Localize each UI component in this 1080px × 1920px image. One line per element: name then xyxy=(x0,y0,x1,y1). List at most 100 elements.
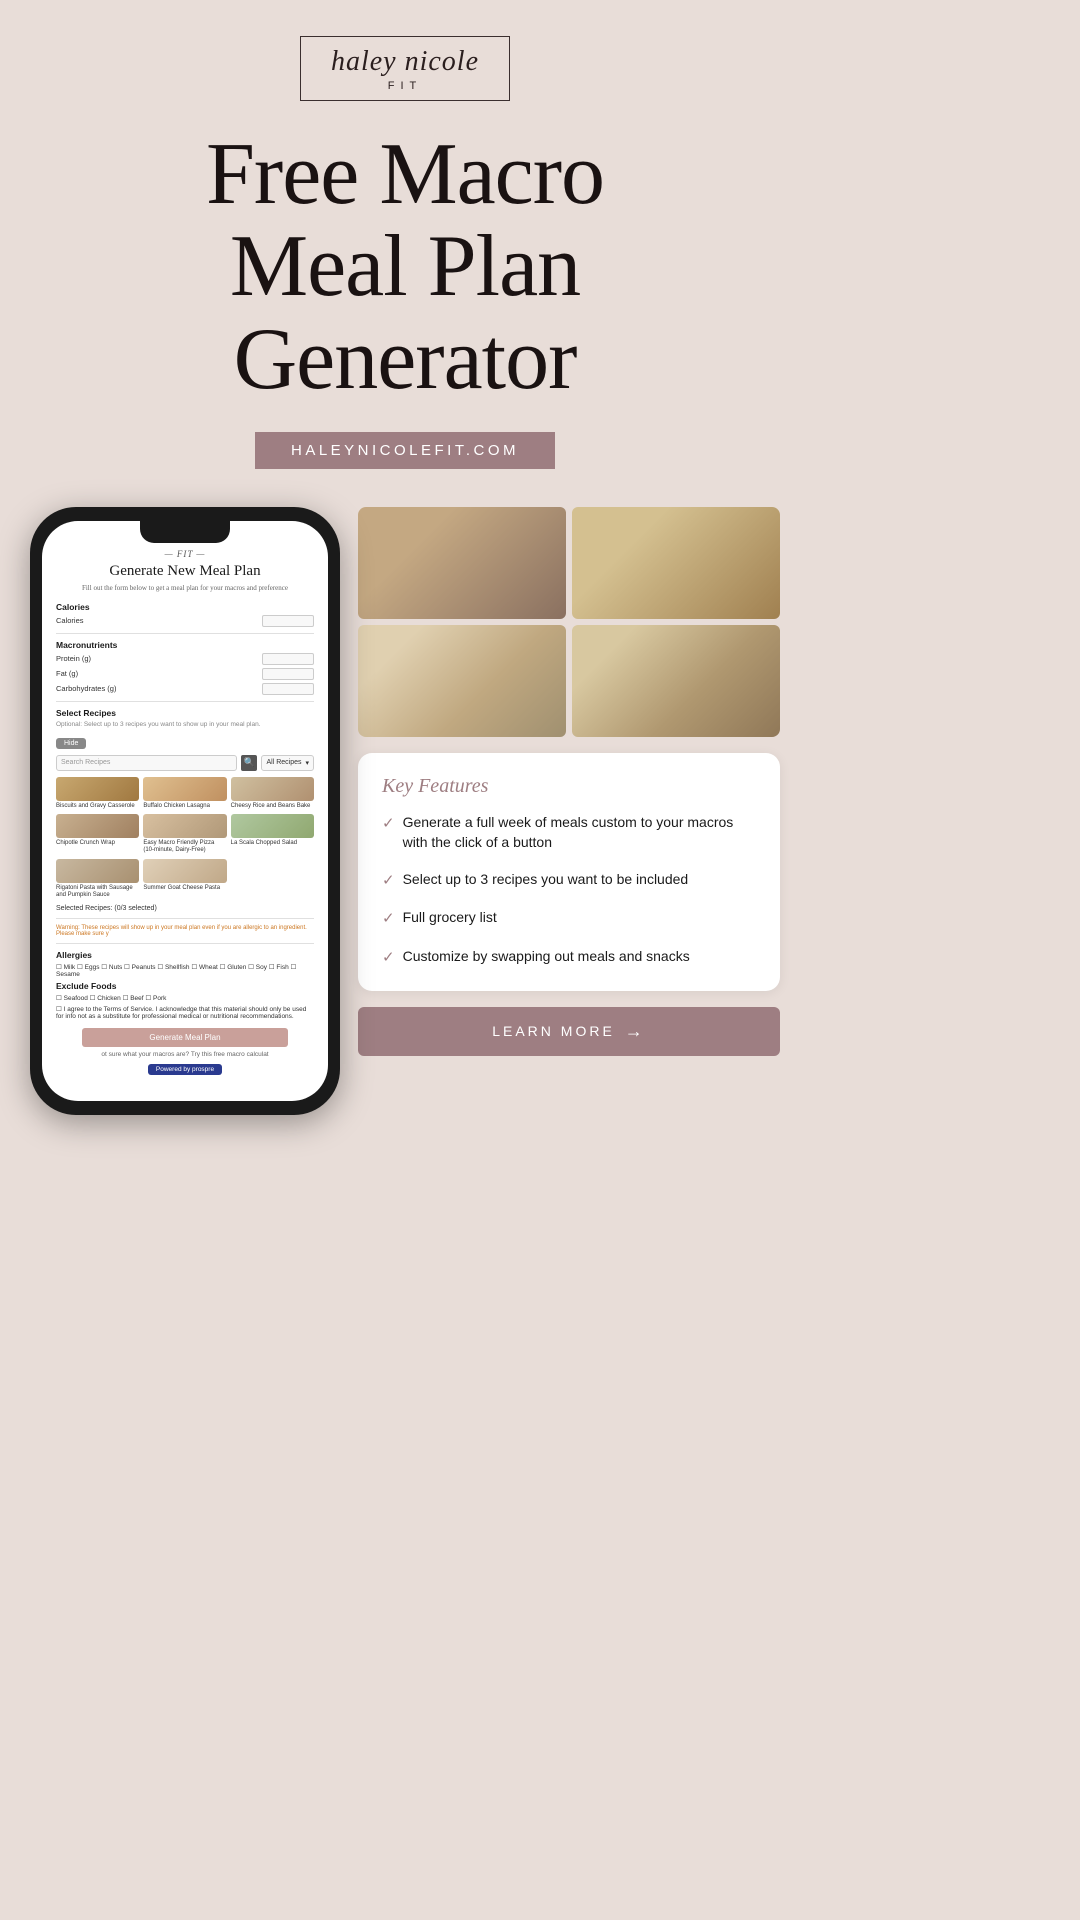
list-item: Rigatoni Pasta with Sausage and Pumpkin … xyxy=(56,859,139,899)
phone-powered-area: Powered by prospre xyxy=(56,1064,314,1075)
learn-more-button[interactable]: LEARN MORE → xyxy=(358,1007,780,1056)
phone-search-icon[interactable]: 🔍 xyxy=(241,755,257,771)
feature-text-1: Generate a full week of meals custom to … xyxy=(403,812,756,853)
phone-wrapper: — FIT — Generate New Meal Plan Fill out … xyxy=(30,507,340,1115)
phone-generate-button[interactable]: Generate Meal Plan xyxy=(82,1028,288,1047)
headline-line2: Meal Plan xyxy=(206,221,604,313)
recipe-name-6: La Scala Chopped Salad xyxy=(231,840,314,847)
recipe-thumb-3 xyxy=(231,777,314,801)
recipe-thumb-1 xyxy=(56,777,139,801)
list-item: Buffalo Chicken Lasagna xyxy=(143,777,226,810)
phone-outer: — FIT — Generate New Meal Plan Fill out … xyxy=(30,507,340,1115)
check-icon-1: ✓ xyxy=(382,813,395,835)
food-photo-chickpeas xyxy=(358,507,566,619)
main-content: — FIT — Generate New Meal Plan Fill out … xyxy=(0,479,810,1115)
phone-title: Generate New Meal Plan xyxy=(56,563,314,580)
list-item: La Scala Chopped Salad xyxy=(231,814,314,854)
right-column: Key Features ✓ Generate a full week of m… xyxy=(358,507,780,1056)
list-item: Chipotle Crunch Wrap xyxy=(56,814,139,854)
phone-powered-badge: Powered by prospre xyxy=(148,1064,222,1075)
phone-footer-text: ot sure what your macros are? Try this f… xyxy=(56,1051,314,1058)
phone-divider-1 xyxy=(56,633,314,634)
phone-warning: Warning: These recipes will show up in y… xyxy=(56,925,314,937)
phone-divider-3 xyxy=(56,918,314,919)
feature-text-4: Customize by swapping out meals and snac… xyxy=(403,946,690,966)
headline-line3: Generator xyxy=(206,314,604,406)
food-photo-grid xyxy=(358,507,780,737)
learn-more-arrow-icon: → xyxy=(625,1021,646,1042)
recipe-name-8: Summer Goat Cheese Pasta xyxy=(143,885,226,892)
phone-screen: — FIT — Generate New Meal Plan Fill out … xyxy=(42,521,328,1101)
recipe-thumb-7 xyxy=(56,859,139,883)
phone-carbs-input[interactable] xyxy=(262,683,314,695)
feature-item-2: ✓ Select up to 3 recipes you want to be … xyxy=(382,869,756,892)
recipe-thumb-5 xyxy=(143,814,226,838)
phone-dropdown-arrow: ▾ xyxy=(305,759,309,767)
phone-dropdown-label: All Recipes xyxy=(266,759,301,766)
check-icon-3: ✓ xyxy=(382,908,395,930)
logo-fit: FIT xyxy=(331,80,479,92)
phone-protein-row: Protein (g) xyxy=(56,653,314,665)
phone-fat-input[interactable] xyxy=(262,668,314,680)
phone-calories-input[interactable] xyxy=(262,615,314,627)
phone-search-placeholder: Search Recipes xyxy=(61,759,110,766)
list-item: Biscuits and Gravy Casserole xyxy=(56,777,139,810)
phone-divider-4 xyxy=(56,943,314,944)
phone-logo-area: — FIT — xyxy=(56,549,314,559)
phone-dropdown[interactable]: All Recipes ▾ xyxy=(261,755,314,771)
phone-protein-input[interactable] xyxy=(262,653,314,665)
phone-recipe-grid: Biscuits and Gravy Casserole Buffalo Chi… xyxy=(56,777,314,899)
recipe-name-4: Chipotle Crunch Wrap xyxy=(56,840,139,847)
headline: Free Macro Meal Plan Generator xyxy=(166,129,644,406)
recipe-name-1: Biscuits and Gravy Casserole xyxy=(56,803,139,810)
food-photo-salad xyxy=(358,625,566,737)
phone-selected-row: Selected Recipes: (0/3 selected) xyxy=(56,905,314,912)
recipe-name-2: Buffalo Chicken Lasagna xyxy=(143,803,226,810)
recipe-name-7: Rigatoni Pasta with Sausage and Pumpkin … xyxy=(56,885,139,899)
phone-macros-label: Macronutrients xyxy=(56,640,314,650)
recipe-name-3: Cheesy Rice and Beans Bake xyxy=(231,803,314,810)
phone-search-row: Search Recipes 🔍 All Recipes ▾ xyxy=(56,755,314,771)
phone-fat-label: Fat (g) xyxy=(56,669,78,678)
phone-calories-label: Calories xyxy=(56,602,314,612)
logo-script: haley nicole xyxy=(331,47,479,78)
phone-divider-2 xyxy=(56,701,314,702)
feature-item-3: ✓ Full grocery list xyxy=(382,907,756,930)
features-card: Key Features ✓ Generate a full week of m… xyxy=(358,753,780,991)
phone-protein-label: Protein (g) xyxy=(56,654,91,663)
phone-search-box[interactable]: Search Recipes xyxy=(56,755,237,771)
food-photo-casserole xyxy=(572,507,780,619)
check-icon-2: ✓ xyxy=(382,870,395,892)
phone-notch xyxy=(140,521,230,543)
feature-item-1: ✓ Generate a full week of meals custom t… xyxy=(382,812,756,853)
phone-exclude-label: Exclude Foods xyxy=(56,981,314,991)
food-photo-meatballs xyxy=(572,625,780,737)
phone-terms-text: ☐ I agree to the Terms of Service. I ack… xyxy=(56,1005,314,1020)
phone-calories-row: Calories xyxy=(56,615,314,627)
phone-fat-row: Fat (g) xyxy=(56,668,314,680)
recipe-thumb-4 xyxy=(56,814,139,838)
phone-subtitle: Fill out the form below to get a meal pl… xyxy=(56,584,314,592)
phone-hide-button[interactable]: Hide xyxy=(56,738,86,749)
list-item: Cheesy Rice and Beans Bake xyxy=(231,777,314,810)
feature-text-3: Full grocery list xyxy=(403,907,497,927)
phone-calories-field-label: Calories xyxy=(56,616,84,625)
recipe-name-5: Easy Macro Friendly Pizza (10-minute, Da… xyxy=(143,840,226,854)
recipe-thumb-8 xyxy=(143,859,226,883)
features-title: Key Features xyxy=(382,775,756,798)
recipe-thumb-2 xyxy=(143,777,226,801)
phone-exclude-items: ☐ Seafood ☐ Chicken ☐ Beef ☐ Pork xyxy=(56,994,314,1002)
url-badge: HALEYNICOLEFIT.COM xyxy=(255,432,555,469)
phone-carbs-label: Carbohydrates (g) xyxy=(56,684,116,693)
feature-text-2: Select up to 3 recipes you want to be in… xyxy=(403,869,689,889)
phone-allergies-items: ☐ Milk ☐ Eggs ☐ Nuts ☐ Peanuts ☐ Shellfi… xyxy=(56,963,314,978)
feature-item-4: ✓ Customize by swapping out meals and sn… xyxy=(382,946,756,969)
list-item: Summer Goat Cheese Pasta xyxy=(143,859,226,899)
phone-recipes-label: Select Recipes xyxy=(56,708,314,718)
headline-line1: Free Macro xyxy=(206,129,604,221)
phone-recipes-subtext: Optional: Select up to 3 recipes you wan… xyxy=(56,721,314,728)
recipe-thumb-6 xyxy=(231,814,314,838)
check-icon-4: ✓ xyxy=(382,947,395,969)
list-item: Easy Macro Friendly Pizza (10-minute, Da… xyxy=(143,814,226,854)
learn-more-label: LEARN MORE xyxy=(492,1023,615,1039)
